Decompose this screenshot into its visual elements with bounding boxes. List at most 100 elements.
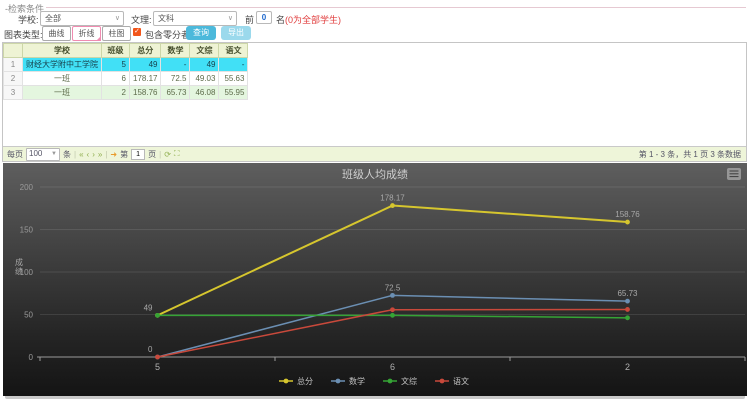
table-row[interactable]: 3一班2158.7665.7346.0855.95 (4, 86, 248, 100)
data-point[interactable] (625, 299, 630, 304)
data-point-label: 178.17 (380, 194, 405, 203)
include-zero-checkbox[interactable]: ✓ (133, 28, 141, 36)
page-unit: 页 (148, 149, 156, 160)
table-cell: 55.95 (219, 86, 248, 100)
line-chart: 班级人均成绩050100150200成绩56249178.17158.76072… (3, 163, 747, 396)
table-cell: 49.03 (190, 72, 219, 86)
table-cell: - (161, 58, 190, 72)
chart-type-button-1[interactable]: 曲线 (42, 26, 71, 41)
chart-type-button-2[interactable]: 折线 (72, 26, 101, 41)
data-point[interactable] (390, 293, 395, 298)
rownum-cell: 1 (4, 58, 23, 72)
chart-type-button-3[interactable]: 柱图 (102, 26, 131, 41)
table-row[interactable]: 1财经大学附中工学院549-49- (4, 58, 248, 72)
table-cell: 72.5 (161, 72, 190, 86)
data-point-label: 72.5 (385, 283, 401, 292)
top-n-suffix: 名 (276, 13, 285, 26)
table-cell: 6 (102, 72, 130, 86)
column-header-4[interactable]: 数学 (161, 44, 190, 58)
x-tick-label: 6 (390, 362, 395, 372)
table-cell: 财经大学附中工学院 (23, 58, 102, 72)
y-tick-label: 50 (24, 311, 33, 320)
rownum-header (4, 44, 23, 58)
data-point[interactable] (390, 313, 395, 318)
legend-item-总分[interactable]: 总分 (279, 376, 313, 386)
table-cell: 49 (130, 58, 161, 72)
table-cell: 55.63 (219, 72, 248, 86)
table-header-row: 学校班级总分数学文综语文 (4, 44, 248, 58)
top-n-input[interactable] (256, 11, 272, 24)
legend-item-数学[interactable]: 数学 (331, 376, 365, 386)
include-zero-label: 包含零分者 (145, 28, 190, 41)
table-cell: 46.08 (190, 86, 219, 100)
page-label: 第 (120, 149, 128, 160)
table-cell: - (219, 58, 248, 72)
column-header-5[interactable]: 文综 (190, 44, 219, 58)
column-header-2[interactable]: 班级 (102, 44, 130, 58)
expand-icon[interactable]: ⛶ (174, 149, 180, 159)
refresh-icon[interactable]: ⟳ (164, 150, 171, 159)
data-point[interactable] (390, 203, 395, 208)
page-size-select[interactable]: 100 ▼ (26, 148, 60, 161)
fieldset-line (36, 7, 746, 8)
table-cell: 5 (102, 58, 130, 72)
next-page-icon[interactable]: › (92, 150, 95, 159)
svg-text:总分: 总分 (297, 376, 313, 386)
table-cell: 65.73 (161, 86, 190, 100)
chart-title: 班级人均成绩 (342, 168, 408, 181)
data-point-label: 65.73 (617, 289, 638, 298)
export-button[interactable]: 导出 (221, 26, 251, 40)
y-tick-label: 150 (20, 226, 34, 235)
page-size-unit: 条 (63, 149, 71, 160)
first-page-icon[interactable]: « (79, 150, 83, 159)
column-header-1[interactable]: 学校 (23, 44, 102, 58)
svg-text:数学: 数学 (349, 376, 365, 386)
data-point-label: 0 (148, 345, 153, 354)
x-tick-label: 5 (155, 362, 160, 372)
stream-select[interactable]: 文科 ∨ (153, 11, 237, 26)
column-header-3[interactable]: 总分 (130, 44, 161, 58)
x-tick-label: 2 (625, 362, 630, 372)
data-point[interactable] (155, 355, 160, 360)
go-page-icon[interactable]: ➜ (110, 150, 117, 159)
svg-text:语文: 语文 (453, 376, 469, 386)
rownum-cell: 3 (4, 86, 23, 100)
prev-page-icon[interactable]: ‹ (87, 150, 90, 159)
filter-row: 学校: 全部 ∨ 文理: 文科 ∨ 前 名 (0为全部学生) (0, 11, 750, 25)
results-table: 学校班级总分数学文综语文 1财经大学附中工学院549-49-2一班6178.17… (3, 43, 248, 100)
table-cell: 158.76 (130, 86, 161, 100)
column-header-6[interactable]: 语文 (219, 44, 248, 58)
y-tick-label: 0 (29, 353, 34, 362)
chart-panel: 班级人均成绩050100150200成绩56249178.17158.76072… (3, 163, 747, 396)
chart-type-label: 图表类型: (4, 28, 43, 41)
table-cell: 49 (190, 58, 219, 72)
data-point[interactable] (625, 220, 630, 225)
page-size-label: 每页 (7, 149, 23, 160)
y-tick-label: 200 (20, 183, 34, 192)
data-point-label: 49 (144, 303, 153, 312)
query-button[interactable]: 查询 (186, 26, 216, 40)
stream-label: 文理: (131, 13, 152, 26)
search-panel: -检索条件 学校: 全部 ∨ 文理: 文科 ∨ 前 名 (0为全部学生) 图表类… (0, 0, 750, 42)
data-point[interactable] (155, 313, 160, 318)
data-point[interactable] (625, 307, 630, 312)
top-n-label: 前 (245, 13, 254, 26)
data-point[interactable] (625, 315, 630, 320)
school-select[interactable]: 全部 ∨ (40, 11, 124, 26)
chevron-down-icon: ∨ (115, 12, 120, 25)
pager-status: 第 1 - 3 条，共 1 页 3 条数据 (639, 149, 741, 160)
data-point-label: 158.76 (615, 210, 640, 219)
last-page-icon[interactable]: » (98, 150, 102, 159)
page-number-input[interactable] (131, 149, 145, 160)
data-point[interactable] (390, 307, 395, 312)
table-cell: 2 (102, 86, 130, 100)
table-cell: 一班 (23, 72, 102, 86)
svg-text:文综: 文综 (401, 376, 417, 386)
legend-item-文综[interactable]: 文综 (383, 376, 417, 386)
rownum-cell: 2 (4, 72, 23, 86)
table-row[interactable]: 2一班6178.1772.549.0355.63 (4, 72, 248, 86)
legend-item-语文[interactable]: 语文 (435, 376, 469, 386)
y-axis-title: 成绩 (15, 257, 23, 276)
chart-type-row: 图表类型: 曲线折线柱图 ✓ 包含零分者 查询 导出 (0, 26, 750, 40)
pager: 每页 100 ▼ 条 | « ‹ › » | ➜ 第 页 | ⟳ ⛶ 第 1 -… (3, 146, 746, 161)
